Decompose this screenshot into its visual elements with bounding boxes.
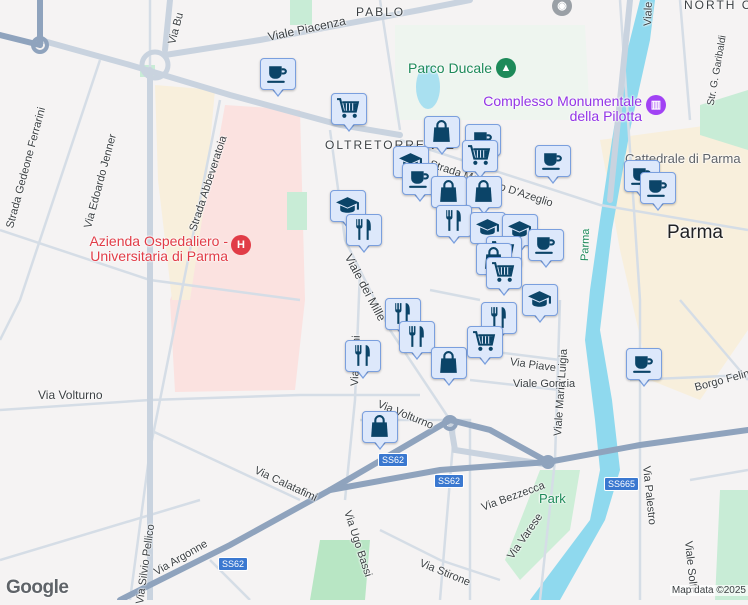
marker-pointer <box>410 349 424 358</box>
city-label: Parma <box>667 222 723 243</box>
cafe-icon <box>631 351 656 376</box>
shopping-bag-icon <box>471 179 496 204</box>
marker-shopping-bag[interactable] <box>362 411 398 453</box>
marker-cafe[interactable] <box>626 348 662 390</box>
marker-pointer <box>539 257 553 266</box>
marker-pointer <box>373 439 387 448</box>
marker-pointer <box>271 86 285 95</box>
marker-pointer <box>651 200 665 209</box>
cafe-icon <box>265 61 290 86</box>
restaurant-icon <box>404 324 429 349</box>
marker-shopping-cart[interactable] <box>486 257 522 299</box>
street-label: Via Volturno <box>38 388 103 402</box>
museum-icon[interactable]: ▥ <box>646 95 666 115</box>
cafe-icon <box>645 175 670 200</box>
green-area <box>287 192 307 230</box>
district-label: PABLO <box>356 5 406 19</box>
hospital-icon[interactable]: H <box>231 235 251 255</box>
marker-pointer <box>447 233 461 242</box>
marker-pointer <box>546 173 560 182</box>
graduation-cap-icon <box>527 287 552 312</box>
shopping-cart-icon <box>472 329 497 354</box>
marker-restaurant[interactable] <box>346 214 382 256</box>
tree-icon[interactable]: ▲ <box>496 58 516 78</box>
marker-cafe[interactable] <box>535 145 571 187</box>
marker-pointer <box>497 285 511 294</box>
road-shield: SS62 <box>434 474 465 488</box>
restaurant-icon <box>351 217 376 242</box>
marker-restaurant[interactable] <box>436 205 472 247</box>
marker-restaurant[interactable] <box>399 321 435 363</box>
road-shield: SS62 <box>378 453 409 467</box>
marker-pointer <box>478 354 492 363</box>
shopping-bag-icon <box>436 350 461 375</box>
marker-pointer <box>413 191 427 200</box>
marker-graduation-cap[interactable] <box>522 284 558 326</box>
marker-pointer <box>533 312 547 321</box>
poi-label-park-small[interactable]: Park <box>539 491 566 506</box>
marker-shopping-bag[interactable] <box>424 116 460 158</box>
poi-label-museum[interactable]: Complesso Monumentale della Pilotta <box>480 94 642 124</box>
land-areas <box>140 0 748 600</box>
marker-pointer <box>342 121 356 130</box>
shopping-bag-icon <box>367 414 392 439</box>
green-area <box>715 490 748 600</box>
marker-pointer <box>435 144 449 153</box>
map-attribution[interactable]: Map data ©2025 <box>669 585 748 596</box>
marker-cafe[interactable] <box>640 172 676 214</box>
shopping-bag-icon <box>429 119 454 144</box>
cafe-icon <box>533 232 558 257</box>
google-logo[interactable]: Google <box>6 577 69 599</box>
marker-pointer <box>356 368 370 377</box>
district-label: NORTH C <box>684 0 748 12</box>
marker-pointer <box>442 375 456 384</box>
shopping-cart-icon <box>336 96 361 121</box>
marker-shopping-cart[interactable] <box>467 326 503 368</box>
marker-pointer <box>357 242 371 251</box>
marker-cafe[interactable] <box>260 58 296 100</box>
road-shield: SS62 <box>218 557 249 571</box>
shopping-cart-icon <box>467 143 492 168</box>
restaurant-icon <box>350 343 375 368</box>
river-label: Parma <box>579 228 593 262</box>
restaurant-icon <box>441 208 466 233</box>
cafe-icon <box>407 166 432 191</box>
marker-shopping-bag[interactable] <box>431 347 467 389</box>
road-shield: SS665 <box>604 477 640 491</box>
shopping-cart-icon <box>491 260 516 285</box>
poi-label-park[interactable]: Parco Ducale <box>408 60 492 76</box>
poi-label-hospital[interactable]: Azienda Ospedaliero - Universitaria di P… <box>88 234 228 264</box>
marker-cafe[interactable] <box>528 229 564 271</box>
marker-shopping-cart[interactable] <box>331 93 367 135</box>
shopping-bag-icon <box>436 179 461 204</box>
cafe-icon <box>540 148 565 173</box>
marker-restaurant[interactable] <box>345 340 381 382</box>
street-label: Viale <box>642 1 655 27</box>
marker-pointer <box>637 376 651 385</box>
